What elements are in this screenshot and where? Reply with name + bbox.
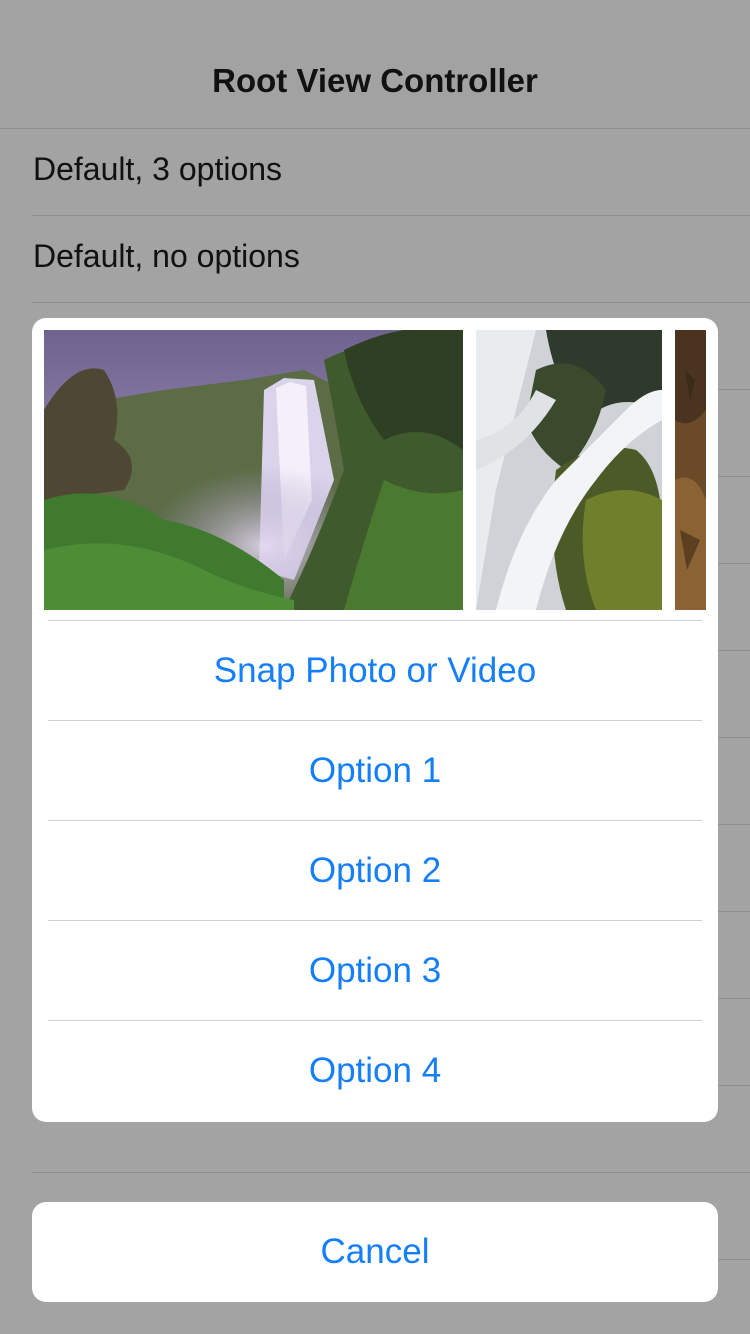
photo-thumbnail[interactable] xyxy=(44,330,463,610)
option-3-button[interactable]: Option 3 xyxy=(32,921,718,1021)
photo-strip[interactable] xyxy=(32,318,718,620)
row-label: Default, 3 options xyxy=(33,151,283,187)
rock-texture-image xyxy=(675,330,706,610)
waterfall-landscape-image xyxy=(44,330,463,610)
option-2-button[interactable]: Option 2 xyxy=(32,821,718,921)
photo-thumbnail[interactable] xyxy=(675,330,706,610)
waterfall-rocks-image xyxy=(476,330,662,610)
action-sheet-options: Snap Photo or Video Option 1 Option 2 Op… xyxy=(32,621,718,1121)
photo-thumbnail[interactable] xyxy=(476,330,662,610)
action-sheet: Snap Photo or Video Option 1 Option 2 Op… xyxy=(32,318,718,1122)
option-1-button[interactable]: Option 1 xyxy=(32,721,718,821)
nav-title: Root View Controller xyxy=(212,62,538,99)
navigation-bar: Root View Controller xyxy=(0,0,750,129)
option-4-button[interactable]: Option 4 xyxy=(32,1021,718,1121)
snap-photo-button[interactable]: Snap Photo or Video xyxy=(32,621,718,721)
table-row[interactable]: Default, 3 options xyxy=(0,129,750,216)
cancel-button[interactable]: Cancel xyxy=(32,1202,718,1302)
row-label: Default, no options xyxy=(33,238,300,274)
table-row[interactable]: Default, no options xyxy=(0,216,750,303)
